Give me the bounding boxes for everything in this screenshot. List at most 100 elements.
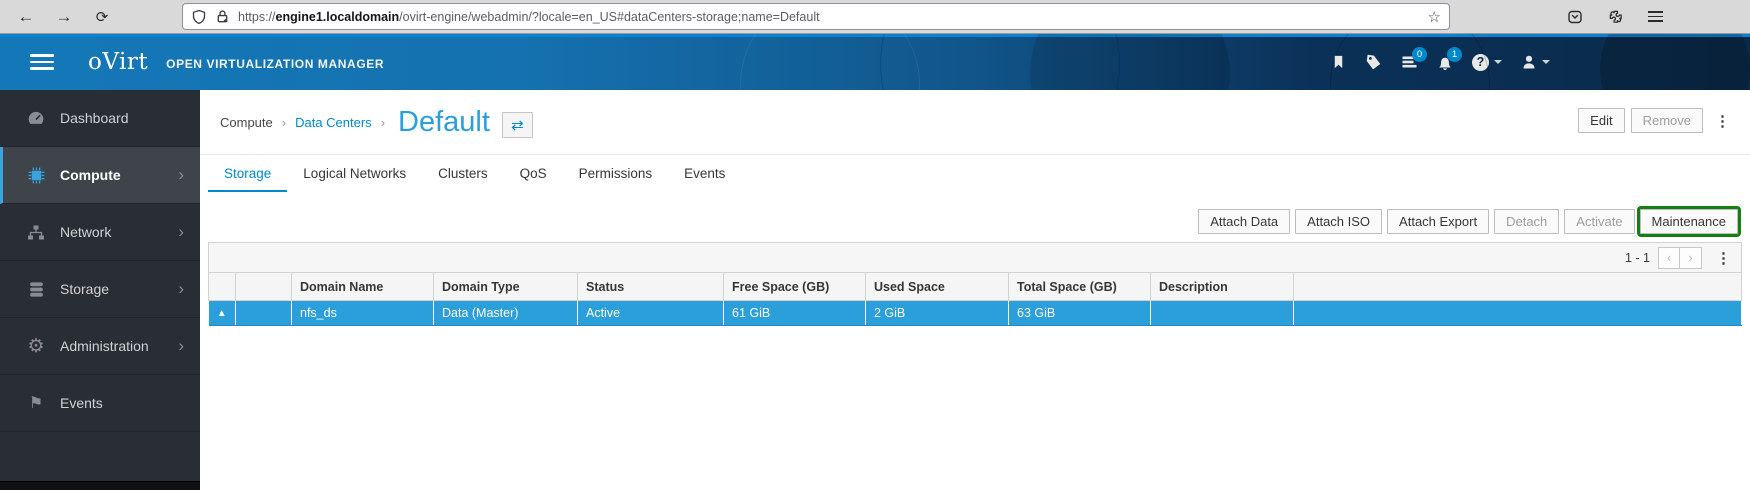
storage-disks-icon [26,281,46,298]
sidebar-item-label: Administration [60,338,149,354]
url-path: /ovirt-engine/webadmin/?locale=en_US#dat… [399,9,820,24]
sidebar-item-label: Dashboard [60,110,129,126]
page-kebab-icon[interactable] [1709,112,1736,130]
col-status[interactable]: Status [577,272,724,301]
detail-tabs: Storage Logical Networks Clusters QoS Pe… [200,154,1750,192]
attach-export-button[interactable]: Attach Export [1387,209,1490,234]
browser-toolbar: https://engine1.localdomain/ovirt-engine… [0,0,1750,34]
grid-toolbar: 1 - 1 [208,242,1742,272]
remove-button[interactable]: Remove [1630,108,1703,133]
url-bar[interactable]: https://engine1.localdomain/ovirt-engine… [182,3,1450,30]
sidebar-item-dashboard[interactable]: Dashboard [0,90,200,147]
breadcrumb-data-centers-link[interactable]: Data Centers [295,115,372,130]
sidebar-footer [0,481,200,490]
masthead: oVirt OPEN VIRTUALIZATION MANAGER 0 1 [0,34,1750,90]
switch-datacenter-button[interactable] [501,111,533,138]
col-description[interactable]: Description [1150,272,1294,301]
chevron-right-icon [178,279,184,299]
bell-icon[interactable]: 1 [1437,46,1462,71]
pocket-icon[interactable] [1562,3,1588,31]
sidebar-item-administration[interactable]: Administration [0,318,200,375]
detach-button[interactable]: Detach [1494,209,1560,234]
col-free-space[interactable]: Free Space (GB) [723,272,866,301]
table-header-row: Domain Name Domain Type Status Free Spac… [208,272,1742,301]
user-icon [1523,55,1535,69]
content-area: Compute Data Centers Default Edit Remove… [200,90,1750,490]
sidebar-item-label: Storage [60,281,110,297]
compute-chip-icon [26,166,46,185]
tab-qos[interactable]: QoS [504,155,563,192]
pager [1658,246,1702,269]
sidebar-item-compute[interactable]: Compute [0,147,200,204]
storage-table: Domain Name Domain Type Status Free Spac… [208,272,1742,326]
col-domain-name[interactable]: Domain Name [291,272,434,301]
app-menu-icon[interactable] [30,54,54,70]
status-up-icon [208,300,236,326]
tab-storage[interactable]: Storage [208,155,288,192]
ovirt-logo[interactable]: oVirt [88,49,148,75]
help-menu[interactable] [1472,53,1502,71]
col-status-icon[interactable] [208,272,236,301]
caret-down-icon [1542,60,1550,64]
attach-data-button[interactable]: Attach Data [1198,209,1291,234]
help-icon [1472,53,1489,71]
masthead-icons: 0 1 [1331,46,1550,71]
extensions-icon[interactable] [1603,3,1629,31]
cell-filler [1293,300,1742,326]
cell-free-space: 61 GiB [723,300,866,326]
tab-events[interactable]: Events [668,155,741,192]
masthead-decoration [740,34,920,90]
col-blank[interactable] [235,272,292,301]
next-page-icon[interactable] [1680,246,1702,269]
url-text[interactable]: https://engine1.localdomain/ovirt-engine… [238,10,1422,24]
tab-logical-networks[interactable]: Logical Networks [287,155,422,192]
page-actions: Edit Remove [1578,108,1736,133]
storage-grid: 1 - 1 Domain Name Domain Ty [208,242,1742,326]
cell-blank [235,300,292,326]
browser-menu-icon[interactable] [1644,7,1667,26]
caret-down-icon [1494,60,1502,64]
url-scheme: https:// [238,9,276,24]
sidebar-item-label: Compute [60,167,121,183]
browser-nav-group [8,3,120,31]
network-sitemap-icon [26,224,46,241]
reload-icon[interactable] [84,3,120,31]
user-menu[interactable] [1521,54,1550,70]
edit-button[interactable]: Edit [1578,108,1625,133]
masthead-decoration [880,34,1120,90]
back-icon[interactable] [8,3,44,31]
sidebar-item-events[interactable]: Events [0,375,200,432]
tag-icon[interactable] [1365,54,1382,71]
breadcrumb-separator-icon [282,115,286,130]
cell-description [1150,300,1294,326]
breadcrumb-compute: Compute [220,115,273,130]
shield-icon[interactable] [191,9,207,25]
browser-actions [1562,3,1667,31]
breadcrumb: Compute Data Centers Default [200,90,1750,139]
masthead-decoration [1600,34,1750,90]
grid-kebab-icon[interactable] [1710,249,1737,267]
col-total-space[interactable]: Total Space (GB) [1008,272,1151,301]
chevron-right-icon [178,222,184,242]
tab-clusters[interactable]: Clusters [422,155,504,192]
gear-icon [26,335,46,358]
prev-page-icon[interactable] [1658,246,1680,269]
sidebar-item-network[interactable]: Network [0,204,200,261]
activate-button[interactable]: Activate [1564,209,1635,234]
col-domain-type[interactable]: Domain Type [433,272,578,301]
flag-icon [26,393,46,413]
table-row[interactable]: nfs_ds Data (Master) Active 61 GiB 2 GiB… [208,300,1742,326]
col-filler [1293,272,1742,301]
col-used-space[interactable]: Used Space [865,272,1009,301]
bookmark-icon[interactable] [1331,54,1346,70]
storage-action-buttons: Attach Data Attach ISO Attach Export Det… [212,206,1742,237]
sidebar-item-storage[interactable]: Storage [0,261,200,318]
sidebar: Dashboard Compute Network Storage Admin [0,90,200,490]
tab-permissions[interactable]: Permissions [563,155,669,192]
forward-icon[interactable] [46,3,82,31]
lock-icon[interactable] [215,9,230,24]
attach-iso-button[interactable]: Attach ISO [1295,209,1383,234]
bookmark-star-icon[interactable] [1428,8,1441,26]
tasks-icon[interactable]: 0 [1401,47,1427,70]
maintenance-button[interactable]: Maintenance [1636,206,1742,237]
